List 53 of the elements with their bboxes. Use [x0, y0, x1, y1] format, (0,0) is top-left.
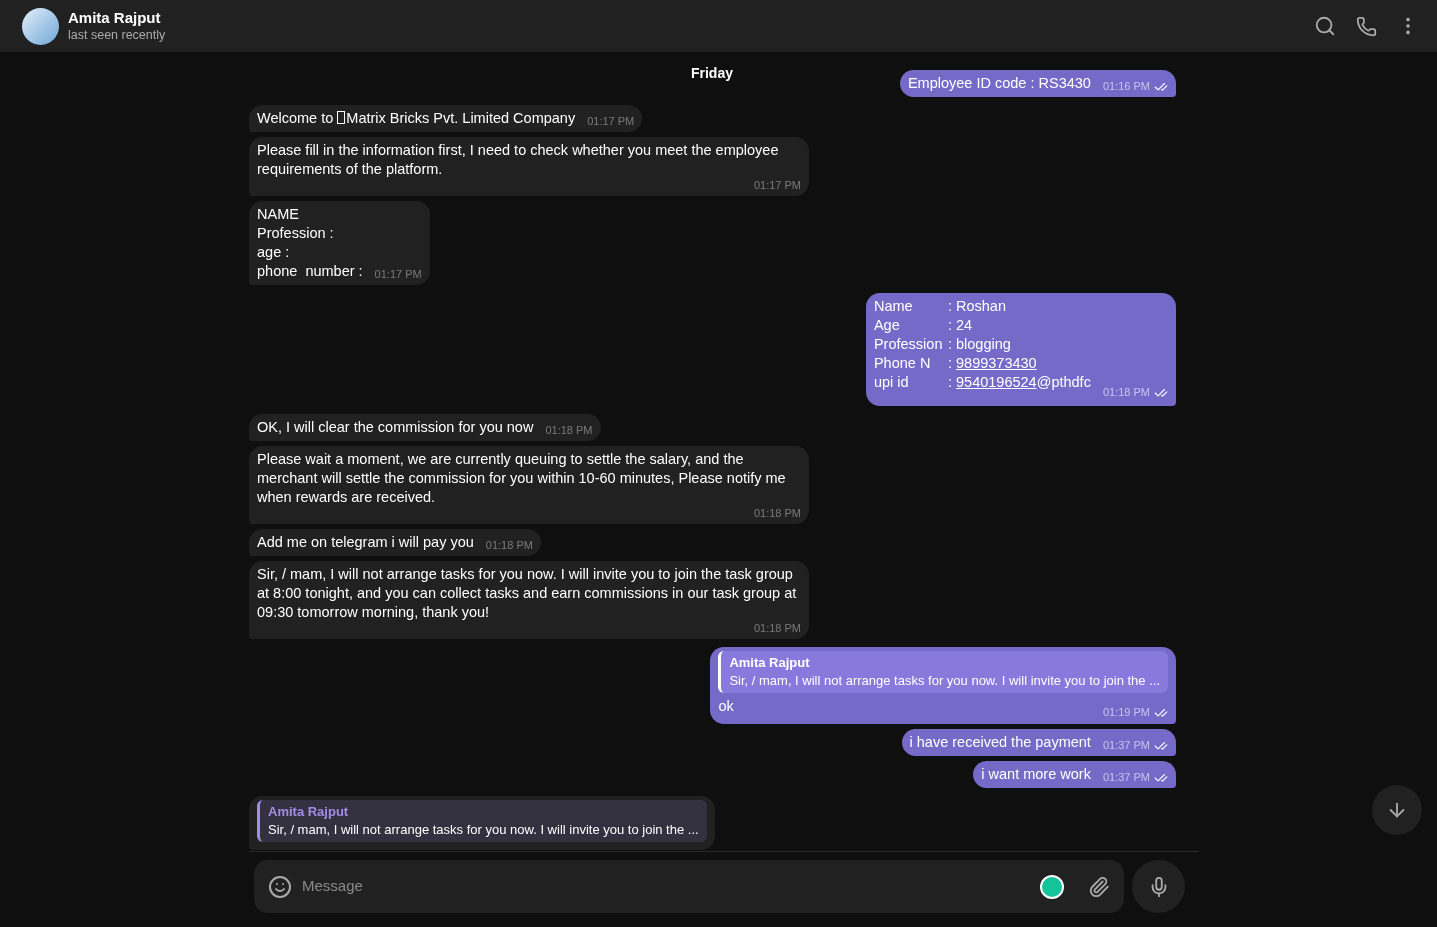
- field-label: Name: [873, 297, 914, 316]
- contact-status: last seen recently: [68, 27, 166, 43]
- message-text: OK, I will clear the commission for you now: [257, 418, 534, 437]
- avatar-photo-placeholder[interactable]: [22, 7, 59, 45]
- message-text: Please wait a moment, we are currently queuing to settle the salary, and the merchant will settle the commission for you within 10-60 minutes, Please notify me when rewards are received.: [257, 450, 787, 507]
- reply-quote[interactable]: Amita Rajput Sir, / mam, I will not arrange tasks for you now. I will invite you to join the ...: [718, 651, 1168, 693]
- microphone-button[interactable]: [1132, 860, 1185, 913]
- search-icon[interactable]: [1314, 15, 1336, 37]
- message-composer[interactable]: Message: [254, 860, 1124, 913]
- field-value: : Roshan: [947, 297, 1007, 316]
- message-input[interactable]: Message: [302, 875, 1040, 898]
- reply-text: Sir, / mam, I will not arrange tasks for you now. I will invite you to join the ...: [729, 672, 1160, 690]
- message-text: i want more work: [981, 765, 1091, 784]
- message-time: 01:18 PM: [753, 621, 801, 636]
- message-text: Add me on telegram i will pay you: [257, 533, 474, 552]
- message-time: 01:17 PM: [753, 178, 801, 193]
- field-value: : 24: [947, 316, 974, 335]
- message-time: 01:37 PM: [1102, 770, 1150, 785]
- phone-link[interactable]: 9540196524: [956, 374, 1037, 390]
- date-label: Friday: [690, 64, 734, 83]
- message-time: 01:17 PM: [374, 267, 422, 282]
- field-label: Age: [873, 316, 901, 335]
- field-value: : blogging: [947, 335, 1012, 354]
- field-label: Phone N: [873, 354, 932, 373]
- message-text: NAME Profession : age : phone number :: [257, 205, 363, 281]
- field-value: : 9899373430: [947, 354, 1038, 373]
- message-text: Please fill in the information first, I need to check whether you meet the employee requirements of the platform.: [257, 141, 780, 179]
- field-label: upi id: [873, 373, 910, 392]
- message-time: 01:18 PM: [753, 506, 801, 521]
- message-text: Sir, / mam, I will not arrange tasks for you now. I will invite you to join the task group at 8:00 tonight, and you can collect tasks and earn commissions in our task group at 09:30 tomorrow morning, thank you!: [257, 565, 798, 622]
- scroll-down-button[interactable]: [1372, 785, 1422, 835]
- message-time: 01:18 PM: [485, 538, 533, 553]
- reply-author: Amita Rajput: [268, 803, 350, 821]
- message-time: 01:19 PM: [1102, 705, 1150, 720]
- reply-quote[interactable]: Amita Rajput Sir, / mam, I will not arrange tasks for you now. I will invite you to join the ...: [257, 800, 707, 842]
- message-text: Employee ID code : RS3430: [907, 74, 1091, 93]
- message-text: ok: [718, 698, 734, 714]
- phone-icon[interactable]: [1356, 15, 1377, 37]
- attach-icon[interactable]: [1088, 875, 1110, 898]
- message-time: 01:17 PM: [587, 114, 635, 129]
- field-value: : 9540196524@pthdfc: [947, 373, 1091, 392]
- reply-text: Sir, / mam, I will not arrange tasks for you now. I will invite you to join the ...: [268, 821, 699, 839]
- message-time: 01:16 PM: [1102, 79, 1150, 94]
- message-time: 01:18 PM: [1102, 385, 1150, 400]
- contact-name[interactable]: Amita Rajput: [68, 9, 166, 27]
- message-time: 01:18 PM: [545, 423, 593, 438]
- field-label: Profession: [873, 335, 944, 354]
- message-text: Welcome to Matrix Bricks Pvt. Limited Company: [257, 109, 576, 128]
- emoji-icon[interactable]: [268, 874, 292, 899]
- reply-author: Amita Rajput: [729, 654, 811, 672]
- message-text: i have received the payment: [909, 733, 1091, 752]
- phone-link[interactable]: 9899373430: [956, 355, 1037, 371]
- message-time: 01:37 PM: [1102, 738, 1150, 753]
